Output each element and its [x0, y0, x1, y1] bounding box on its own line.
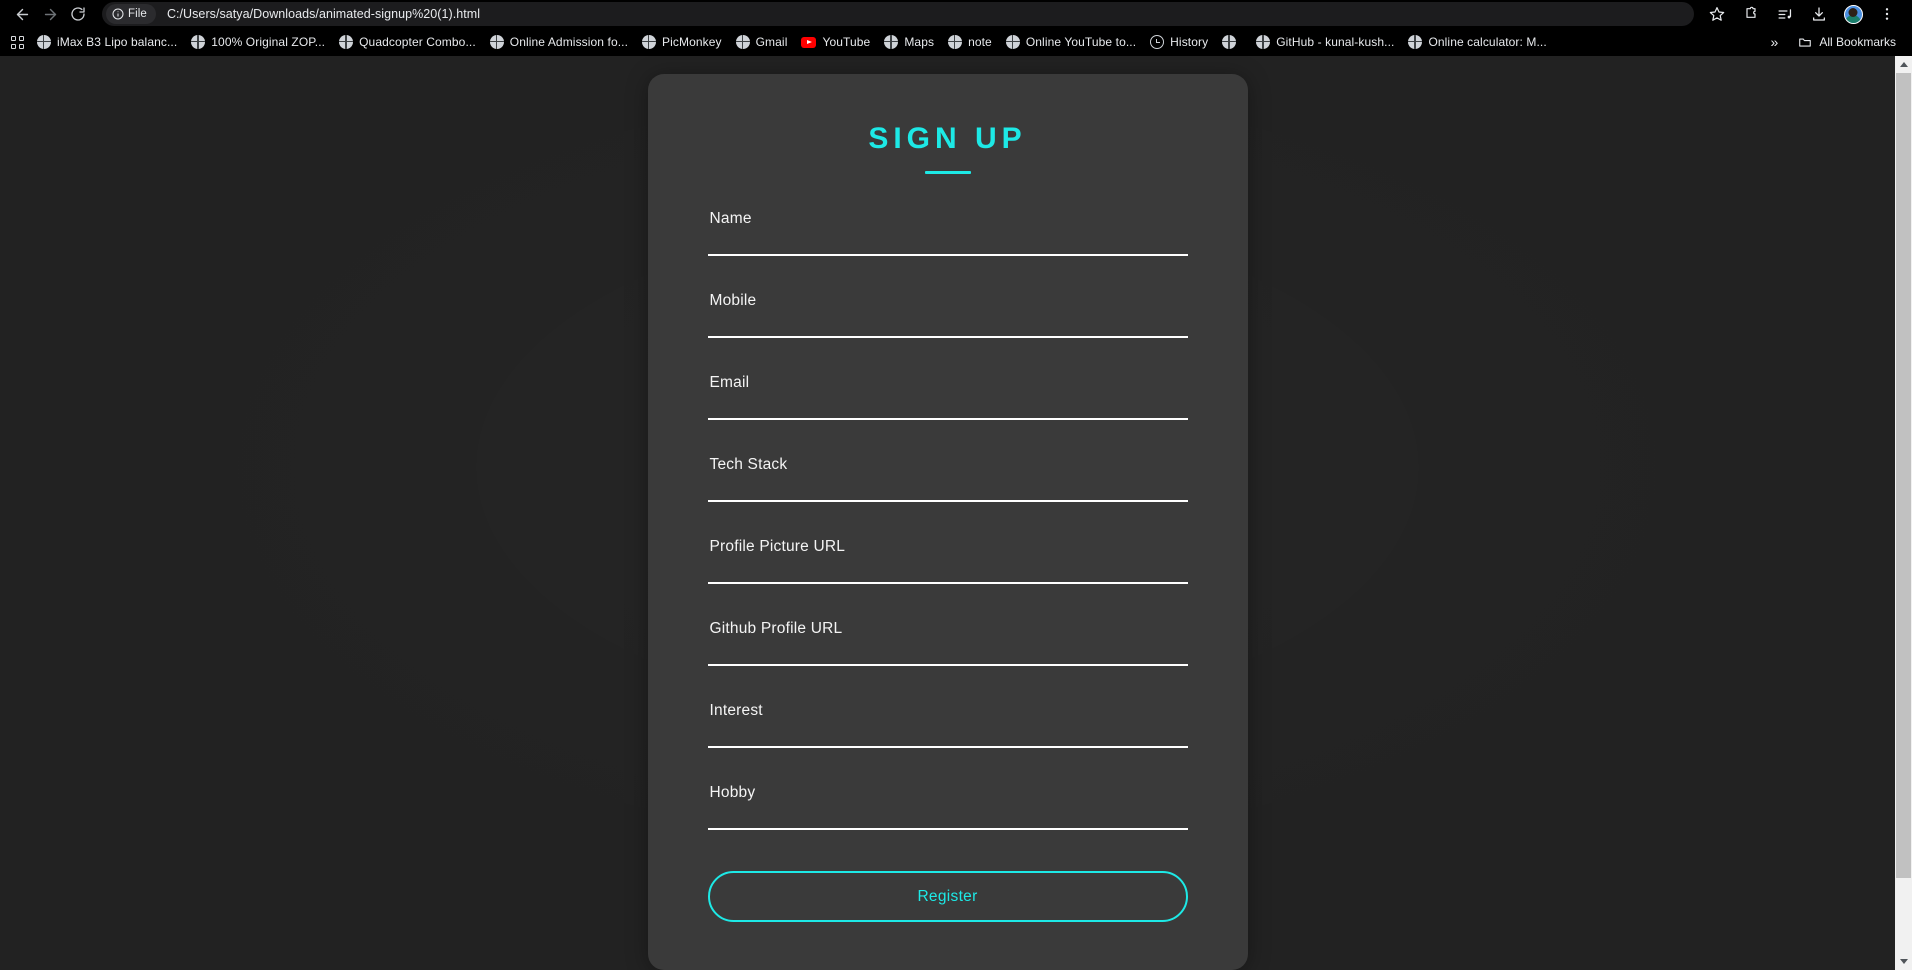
field-name: Name	[707, 211, 1188, 256]
github-profile-url-input[interactable]	[707, 634, 1188, 666]
clock-icon	[1150, 35, 1165, 49]
folder-icon	[1799, 38, 1812, 47]
bookmark-item[interactable]: Quadcopter Combo...	[332, 31, 483, 53]
reload-button[interactable]	[64, 2, 92, 26]
apps-grid-icon[interactable]	[4, 30, 30, 54]
name-input[interactable]	[707, 224, 1188, 256]
bookmark-item[interactable]: 100% Original ZOP...	[184, 31, 332, 53]
globe-icon	[735, 35, 750, 49]
globe-icon	[1005, 35, 1020, 49]
bookmark-label: iMax B3 Lipo balanc...	[57, 35, 178, 49]
page-title: SIGN UP	[868, 122, 1027, 155]
signup-card: SIGN UP Name Mobile Email Tech Stack Pro…	[647, 74, 1248, 970]
field-tech-stack: Tech Stack	[707, 457, 1188, 502]
scrollbar-track[interactable]	[1895, 73, 1912, 953]
globe-icon	[1256, 35, 1271, 49]
globe-icon	[1222, 35, 1237, 49]
bookmark-label: Maps	[904, 35, 935, 49]
avatar	[1843, 4, 1863, 24]
bookmark-label: Gmail	[755, 35, 788, 49]
bookmark-item-youtube[interactable]: YouTube	[794, 31, 877, 53]
page-viewport: SIGN UP Name Mobile Email Tech Stack Pro…	[0, 56, 1912, 970]
scrollbar-down-arrow[interactable]	[1895, 953, 1912, 970]
globe-icon	[489, 35, 504, 49]
all-bookmarks-label: All Bookmarks	[1819, 35, 1896, 49]
globe-icon	[642, 35, 657, 49]
profile-avatar-icon[interactable]	[1836, 1, 1870, 27]
address-bar-url: C:/Users/satya/Downloads/animated-signup…	[166, 7, 481, 21]
field-hobby: Hobby	[707, 785, 1188, 830]
bookmark-item[interactable]: Online YouTube to...	[999, 31, 1143, 53]
extensions-puzzle-icon[interactable]	[1734, 1, 1768, 27]
scrollbar-thumb[interactable]	[1896, 73, 1911, 878]
globe-icon	[1408, 35, 1423, 49]
bookmark-label: Online YouTube to...	[1025, 35, 1137, 49]
more-menu-icon[interactable]	[1870, 1, 1904, 27]
bookmark-item[interactable]: Gmail	[729, 31, 795, 53]
mobile-input[interactable]	[707, 306, 1188, 338]
address-bar[interactable]: File C:/Users/satya/Downloads/animated-s…	[102, 2, 1694, 26]
hobby-input[interactable]	[707, 798, 1188, 830]
email-input[interactable]	[707, 388, 1188, 420]
field-interest: Interest	[707, 703, 1188, 748]
scheme-badge[interactable]: File	[106, 4, 156, 24]
all-bookmarks-button[interactable]: All Bookmarks	[1790, 31, 1906, 53]
bookmark-item[interactable]: iMax B3 Lipo balanc...	[30, 31, 184, 53]
title-underline	[924, 171, 971, 174]
info-circle-icon	[112, 8, 124, 20]
bookmark-label: 100% Original ZOP...	[211, 35, 326, 49]
field-github-profile-url: Github Profile URL	[707, 621, 1188, 666]
downloads-icon[interactable]	[1802, 1, 1836, 27]
bookmark-label: Quadcopter Combo...	[359, 35, 476, 49]
bookmark-item[interactable]: Online calculator: M...	[1401, 31, 1553, 53]
globe-icon	[884, 35, 899, 49]
bookmark-label: Online calculator: M...	[1428, 35, 1547, 49]
bookmark-label: YouTube	[822, 35, 871, 49]
scrollbar-up-arrow[interactable]	[1895, 56, 1912, 73]
bookmark-label: Online Admission fo...	[509, 35, 629, 49]
toolbar-actions	[1700, 1, 1904, 27]
globe-icon	[191, 35, 206, 49]
interest-input[interactable]	[707, 716, 1188, 748]
submit-row: Register	[707, 871, 1188, 922]
youtube-icon	[801, 36, 817, 48]
bookmark-star-icon[interactable]	[1700, 1, 1734, 27]
bookmark-label: note	[968, 35, 992, 49]
field-mobile: Mobile	[707, 293, 1188, 338]
bookmark-label: GitHub - kunal-kush...	[1276, 35, 1395, 49]
bookmark-item[interactable]: GitHub - kunal-kush...	[1249, 31, 1401, 53]
media-control-icon[interactable]	[1768, 1, 1802, 27]
tech-stack-input[interactable]	[707, 470, 1188, 502]
scheme-badge-label: File	[128, 8, 147, 20]
bookmark-item-history[interactable]: History	[1143, 31, 1215, 53]
globe-icon	[37, 35, 51, 49]
bookmark-item[interactable]: PicMonkey	[635, 31, 729, 53]
bookmark-item[interactable]: Maps	[877, 31, 941, 53]
globe-icon	[948, 35, 963, 49]
web-page: SIGN UP Name Mobile Email Tech Stack Pro…	[0, 56, 1895, 970]
globe-icon	[339, 35, 354, 49]
signup-form: Name Mobile Email Tech Stack Profile Pic…	[707, 211, 1188, 830]
bookmark-label: History	[1170, 35, 1209, 49]
bookmark-item[interactable]	[1215, 31, 1249, 53]
profile-picture-url-input[interactable]	[707, 552, 1188, 584]
forward-button[interactable]	[36, 2, 64, 26]
browser-window: File C:/Users/satya/Downloads/animated-s…	[0, 0, 1912, 970]
page-scrollbar[interactable]	[1895, 56, 1912, 970]
bookmarks-overflow-icon[interactable]: »	[1759, 35, 1791, 49]
field-profile-picture-url: Profile Picture URL	[707, 539, 1188, 584]
bookmarks-bar: iMax B3 Lipo balanc... 100% Original ZOP…	[0, 28, 1912, 56]
field-email: Email	[707, 375, 1188, 420]
bookmark-item[interactable]: Online Admission fo...	[483, 31, 635, 53]
bookmark-item[interactable]: note	[941, 31, 999, 53]
back-button[interactable]	[8, 2, 36, 26]
register-button[interactable]: Register	[707, 871, 1188, 922]
browser-toolbar: File C:/Users/satya/Downloads/animated-s…	[0, 0, 1912, 28]
bookmark-label: PicMonkey	[662, 35, 722, 49]
